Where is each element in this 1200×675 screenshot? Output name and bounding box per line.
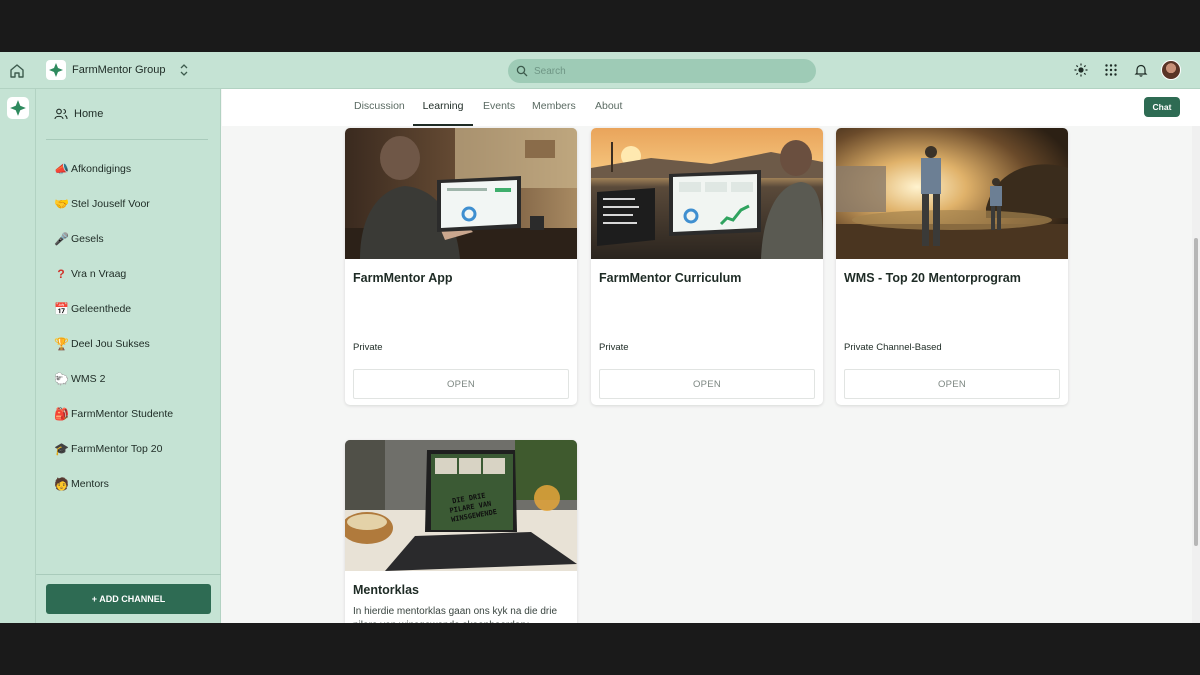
sheep-icon: 🐑 — [54, 371, 69, 386]
sidebar-item-label: Home — [74, 108, 104, 120]
course-card[interactable]: FarmMentor Curriculum Private OPEN — [591, 128, 823, 405]
chat-button[interactable]: Chat — [1144, 97, 1180, 117]
sidebar-item-label: Afkondigings — [71, 162, 132, 175]
group-switcher[interactable]: FarmMentor Group — [46, 60, 190, 80]
sidebar-item-label: FarmMentor Top 20 — [71, 442, 163, 455]
people-icon — [54, 108, 68, 120]
trophy-icon: 🏆 — [54, 336, 69, 351]
calendar-icon: 📅 — [54, 301, 69, 316]
open-course-button[interactable]: OPEN — [844, 369, 1060, 399]
farmmentor-logo-icon — [46, 60, 66, 80]
tab-discussion[interactable]: Discussion — [354, 89, 405, 126]
megaphone-icon: 📣 — [54, 161, 69, 176]
mentor-icon: 🧑 — [54, 476, 69, 491]
course-description: In hierdie mentorklas gaan ons kyk na di… — [353, 606, 558, 623]
sidebar-item-farmmentor-top-20[interactable]: 🎓 FarmMentor Top 20 — [54, 431, 173, 466]
home-icon[interactable] — [8, 62, 26, 80]
channel-list: 📣 Afkondigings 🤝 Stel Jouself Voor 🎤 Ges… — [54, 151, 173, 501]
open-course-button[interactable]: OPEN — [599, 369, 815, 399]
divider — [36, 574, 221, 575]
graduate-icon: 🎓 — [54, 441, 69, 456]
sidebar-item-label: Mentors — [71, 477, 109, 490]
course-card[interactable]: DIE DRIE PILARE VAN WINSGEWENDE Mentorkl… — [345, 440, 577, 623]
scrollbar-thumb[interactable] — [1194, 238, 1198, 546]
sidebar-item-farmmentor-studente[interactable]: 🎒 FarmMentor Studente — [54, 396, 173, 431]
sidebar-item-label: Geleenthede — [71, 302, 132, 315]
sidebar-item-deel-jou-sukses[interactable]: 🏆 Deel Jou Sukses — [54, 326, 173, 361]
sidebar-item-label: Vra n Vraag — [71, 267, 127, 280]
sun-icon[interactable] — [1074, 63, 1088, 77]
sidebar-item-vra-n-vraag[interactable]: ? Vra n Vraag — [54, 256, 173, 291]
course-image: DIE DRIE PILARE VAN WINSGEWENDE — [345, 440, 577, 571]
sidebar-item-gesels[interactable]: 🎤 Gesels — [54, 221, 173, 256]
course-image — [591, 128, 823, 259]
course-card[interactable]: WMS - Top 20 Mentorprogram Private Chann… — [836, 128, 1068, 405]
sidebar: Home 📣 Afkondigings 🤝 Stel Jouself Voor … — [36, 89, 221, 623]
sidebar-item-label: Gesels — [71, 232, 104, 245]
apps-grid-icon[interactable] — [1104, 63, 1118, 77]
microphone-icon: 🎤 — [54, 231, 69, 246]
question-icon: ? — [57, 266, 65, 281]
tab-events[interactable]: Events — [483, 89, 515, 126]
sidebar-item-geleenthede[interactable]: 📅 Geleenthede — [54, 291, 173, 326]
app-window: FarmMentor Group Search Home 📣 Afkondigi… — [0, 52, 1200, 623]
course-image — [345, 128, 577, 259]
privacy-label: Private Channel-Based — [844, 342, 942, 353]
add-channel-button[interactable]: + ADD CHANNEL — [46, 584, 211, 614]
course-title: Mentorklas — [353, 583, 419, 597]
course-title: WMS - Top 20 Mentorprogram — [844, 271, 1021, 285]
sidebar-item-stel-jouself-voor[interactable]: 🤝 Stel Jouself Voor — [54, 186, 173, 221]
group-name: FarmMentor Group — [72, 64, 166, 76]
learning-content: FarmMentor App Private OPEN FarmMentor C… — [222, 126, 1192, 623]
privacy-label: Private — [353, 342, 383, 353]
top-bar: FarmMentor Group — [0, 52, 1200, 89]
sidebar-item-afkondigings[interactable]: 📣 Afkondigings — [54, 151, 173, 186]
course-title: FarmMentor App — [353, 271, 453, 285]
search-icon — [516, 65, 528, 77]
farmmentor-group-icon[interactable] — [7, 97, 29, 119]
search-bar[interactable] — [508, 59, 816, 83]
course-title: FarmMentor Curriculum — [599, 271, 742, 285]
search-input[interactable] — [534, 65, 804, 77]
sidebar-item-label: Deel Jou Sukses — [71, 337, 150, 350]
student-icon: 🎒 — [54, 406, 69, 421]
course-image — [836, 128, 1068, 259]
sidebar-item-label: FarmMentor Studente — [71, 407, 174, 420]
group-rail — [0, 89, 36, 623]
sidebar-item-home[interactable]: Home — [54, 107, 103, 121]
tab-members[interactable]: Members — [532, 89, 576, 126]
sidebar-item-label: Stel Jouself Voor — [71, 197, 150, 210]
open-course-button[interactable]: OPEN — [353, 369, 569, 399]
privacy-label: Private — [599, 342, 629, 353]
course-card[interactable]: FarmMentor App Private OPEN — [345, 128, 577, 405]
sidebar-item-wms-2[interactable]: 🐑 WMS 2 — [54, 361, 173, 396]
tab-bar: Discussion Learning Events Members About… — [222, 89, 1200, 126]
avatar[interactable] — [1161, 60, 1181, 80]
tab-about[interactable]: About — [595, 89, 622, 126]
bell-icon[interactable] — [1134, 63, 1148, 77]
sidebar-item-label: WMS 2 — [71, 372, 106, 385]
sidebar-item-mentors[interactable]: 🧑 Mentors — [54, 466, 173, 501]
chevron-updown-icon — [180, 64, 187, 76]
handshake-icon: 🤝 — [54, 196, 69, 211]
divider — [46, 139, 208, 140]
tab-learning[interactable]: Learning — [413, 89, 473, 126]
